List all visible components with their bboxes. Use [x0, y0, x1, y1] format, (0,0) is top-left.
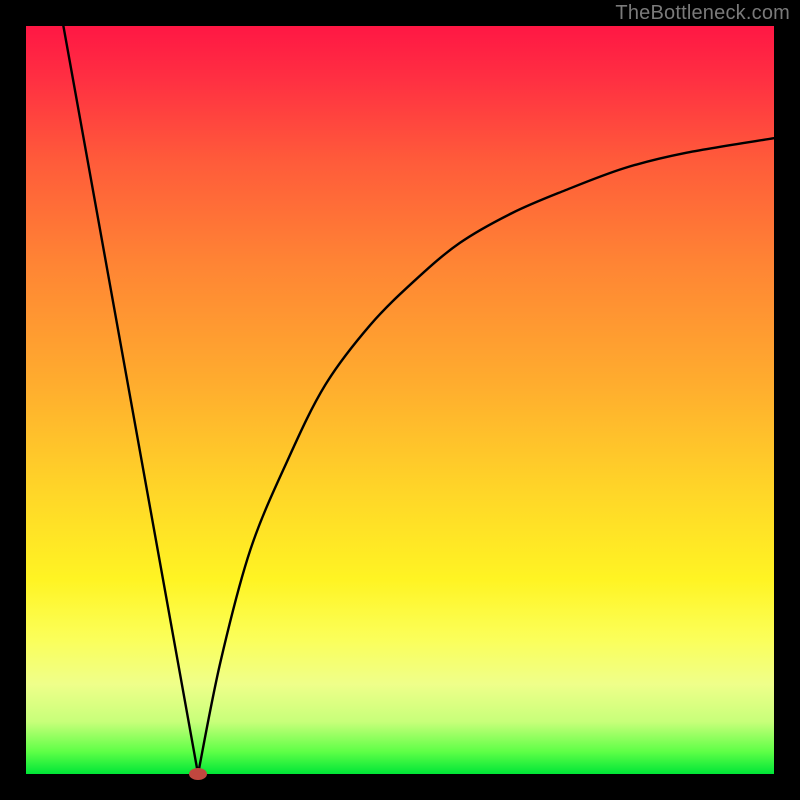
bottleneck-curve: [63, 26, 774, 774]
curve-svg: [26, 26, 774, 774]
plot-area: [26, 26, 774, 774]
outer-frame: TheBottleneck.com: [0, 0, 800, 800]
watermark-text: TheBottleneck.com: [615, 2, 790, 25]
min-point-marker: [189, 768, 207, 780]
